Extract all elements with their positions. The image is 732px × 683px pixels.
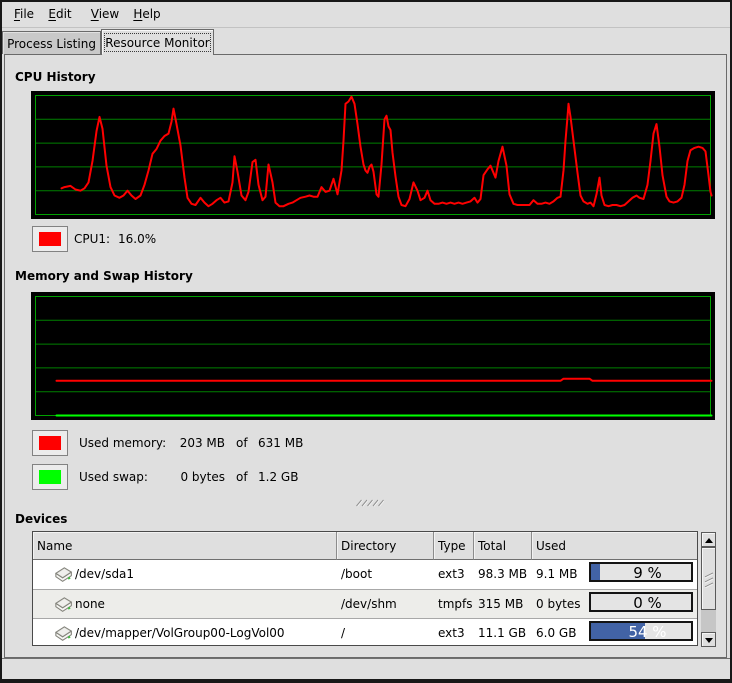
vertical-scrollbar[interactable]	[701, 532, 716, 647]
device-row[interactable]: none/dev/shmtmpfs315 MB0 bytes0 %	[33, 589, 697, 618]
menu-edit[interactable]: Edit	[40, 2, 80, 27]
resource-monitor-page: CPU History CPU1: 16.0% Memory and Swap …	[4, 54, 727, 658]
mem-chart-svg	[31, 292, 715, 420]
cpu-history-chart	[31, 91, 715, 219]
used-swap-value: 0 bytes	[115, 470, 225, 485]
menu-view-label: V	[91, 7, 99, 21]
device-row[interactable]: /dev/mapper/VolGroup00-LogVol00 /ext311.1…	[33, 618, 697, 645]
used-memory-total: 631 MB	[258, 436, 303, 451]
device-type-cell: ext3	[434, 619, 474, 645]
column-header-used[interactable]: Used	[532, 532, 697, 560]
menu-edit-label: E	[48, 7, 56, 21]
device-directory-cell: /dev/shm	[337, 590, 434, 618]
used-progressbar: 54 %	[589, 621, 693, 641]
used-progressbar: 9 %	[589, 562, 693, 582]
tab-process-listing-label: Process Listing	[3, 37, 100, 51]
scrollbar-thumb[interactable]	[701, 547, 716, 610]
device-name: none	[75, 597, 105, 611]
cpu-legend-value: 16.0%	[118, 232, 156, 247]
used-memory-color-swatch[interactable]	[32, 430, 68, 456]
cpu-color-sample	[39, 232, 61, 246]
window-client-area: File Edit View Help Process Listing Reso…	[2, 2, 730, 679]
device-total-cell: 315 MB	[474, 590, 532, 618]
menu-view[interactable]: View	[83, 2, 127, 27]
device-total-cell: 98.3 MB	[474, 560, 532, 589]
used-swap-of: of	[236, 470, 248, 485]
thumb-grip-icon	[704, 572, 714, 588]
device-name-cell: /dev/sda1	[33, 560, 337, 589]
column-header-total[interactable]: Total	[474, 532, 532, 560]
app-window: File Edit View Help Process Listing Reso…	[0, 0, 732, 683]
memory-swap-chart	[31, 292, 715, 420]
used-swap-total: 1.2 GB	[258, 470, 298, 485]
used-swap-color-sample	[39, 470, 61, 484]
harddisk-icon	[55, 596, 72, 613]
device-name: /dev/sda1	[75, 567, 134, 581]
menu-edit-label-rest: dit	[56, 7, 72, 21]
arrow-up-icon	[705, 538, 713, 543]
progress-label: 0 %	[591, 595, 691, 611]
used-memory-value: 203 MB	[115, 436, 225, 451]
cpu-chart-svg	[31, 91, 715, 219]
devices-table-header: Name Directory Type Total Used	[33, 532, 697, 560]
paned-grip-hatch-icon	[356, 499, 384, 507]
cpu-history-title: CPU History	[15, 70, 96, 84]
cpu-legend-label: CPU1:	[74, 232, 110, 247]
menu-view-label-rest: iew	[99, 7, 120, 21]
column-header-name[interactable]: Name	[33, 532, 337, 560]
menu-help-label-rest: elp	[142, 7, 160, 21]
devices-table: Name Directory Type Total Used /dev/sda1…	[32, 531, 698, 646]
notebook-tabs: Process Listing Resource Monitor	[2, 29, 730, 54]
menu-file[interactable]: File	[6, 2, 42, 27]
column-header-directory[interactable]: Directory	[337, 532, 434, 560]
used-memory-of: of	[236, 436, 248, 451]
menu-help-label: H	[133, 7, 142, 21]
tab-resource-monitor-label: Resource Monitor	[102, 36, 213, 50]
statusbar	[2, 658, 730, 679]
used-progressbar: 0 %	[589, 592, 693, 612]
menu-file-label-rest: ile	[20, 7, 34, 21]
paned-resize-grip[interactable]	[356, 496, 384, 504]
device-directory-cell: /	[337, 619, 434, 645]
device-name: /dev/mapper/VolGroup00-LogVol00	[75, 626, 285, 640]
harddisk-icon	[55, 625, 72, 642]
menubar: File Edit View Help	[2, 2, 730, 28]
device-row[interactable]: /dev/sda1/bootext398.3 MB9.1 MB9 %	[33, 560, 697, 589]
scroll-down-button[interactable]	[701, 632, 716, 647]
tab-resource-monitor[interactable]: Resource Monitor	[101, 29, 214, 54]
progress-label: 54 %	[591, 624, 691, 640]
menu-help[interactable]: Help	[126, 2, 168, 27]
device-directory-cell: /boot	[337, 560, 434, 589]
harddisk-icon	[55, 566, 72, 583]
device-type-cell: tmpfs	[434, 590, 474, 618]
used-swap-color-swatch[interactable]	[32, 464, 68, 490]
progress-label: 9 %	[591, 565, 691, 581]
arrow-down-icon	[705, 638, 713, 643]
device-name-cell: /dev/mapper/VolGroup00-LogVol00	[33, 619, 337, 645]
device-type-cell: ext3	[434, 560, 474, 589]
devices-title: Devices	[15, 512, 67, 526]
active-tab-gap	[102, 54, 213, 55]
column-header-type[interactable]: Type	[434, 532, 474, 560]
device-total-cell: 11.1 GB	[474, 619, 532, 645]
device-name-cell: none	[33, 590, 337, 618]
memory-history-title: Memory and Swap History	[15, 269, 193, 283]
cpu-color-swatch[interactable]	[32, 226, 68, 252]
used-memory-color-sample	[39, 436, 61, 450]
tab-process-listing[interactable]: Process Listing	[2, 31, 101, 54]
scroll-up-button[interactable]	[701, 532, 716, 547]
